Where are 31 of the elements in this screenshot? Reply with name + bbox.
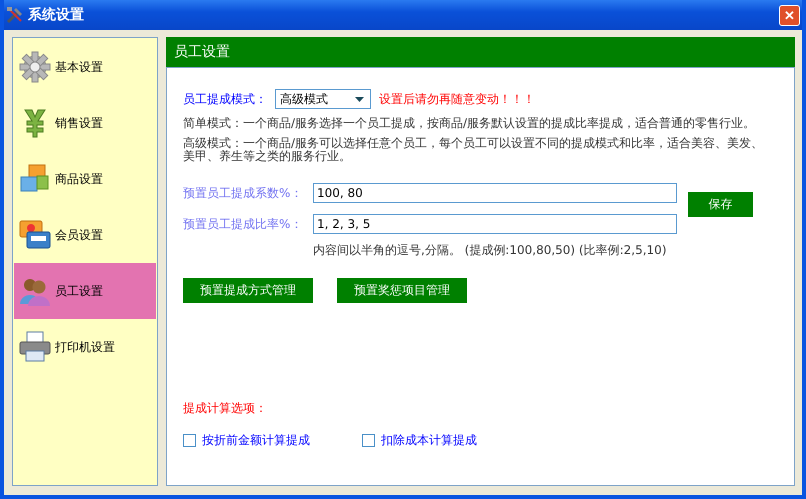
printer-icon (19, 331, 51, 363)
panel-header: 员工设置 (166, 37, 795, 67)
mode-description: 高级模式：一个商品/服务可以选择任意个员工，每个员工可以设置不同的提成模式和比率，适合美容、美发、美甲、养生等之类的服务行业。 (183, 137, 764, 163)
cards-icon (19, 219, 51, 251)
input-field[interactable]: 1, 2, 3, 5 (313, 214, 677, 234)
sidebar-item[interactable]: 基本设置 (14, 39, 156, 95)
checkbox[interactable] (183, 434, 196, 447)
option-label: 按折前金额计算提成 (202, 432, 310, 449)
manage-button[interactable]: 预置奖惩项目管理 (337, 278, 467, 303)
field-label: 预置员工提成比率%： (183, 216, 304, 232)
mode-description: 简单模式：一个商品/服务选择一个员工提成，按商品/服务默认设置的提成比率提成，适合普通的零售行业。 (183, 117, 756, 130)
input-field[interactable]: 100, 80 (313, 183, 677, 203)
sidebar-item[interactable]: 打印机设置 (14, 319, 156, 375)
caret-icon (355, 96, 364, 102)
field-label: 预置员工提成系数%： (183, 184, 304, 202)
window-title: 系统设置 (28, 6, 85, 24)
close-button[interactable]: ✕ (779, 4, 800, 26)
mode-label: 员工提成模式： (183, 90, 267, 108)
sidebar-item[interactable]: 销售设置 (14, 95, 156, 151)
sidebar-item[interactable]: 会员设置 (14, 207, 156, 263)
mode-dropdown[interactable]: 高级模式 (275, 89, 371, 109)
save-button[interactable]: 保存 (688, 192, 753, 217)
format-note: 内容间以半角的逗号,分隔。 (提成例:100,80,50) (比率例:2,5,10) (313, 242, 668, 259)
option-label: 扣除成本计算提成 (381, 432, 477, 449)
manage-button[interactable]: 预置提成方式管理 (183, 278, 313, 303)
warning-text: 设置后请勿再随意变动！！！ (379, 90, 535, 108)
sidebar-item[interactable]: 员工设置 (14, 263, 156, 319)
tools-icon (6, 6, 24, 24)
sidebar-item[interactable]: 商品设置 (14, 151, 156, 207)
checkbox[interactable] (362, 434, 375, 447)
options-title: 提成计算选项： (183, 400, 268, 417)
